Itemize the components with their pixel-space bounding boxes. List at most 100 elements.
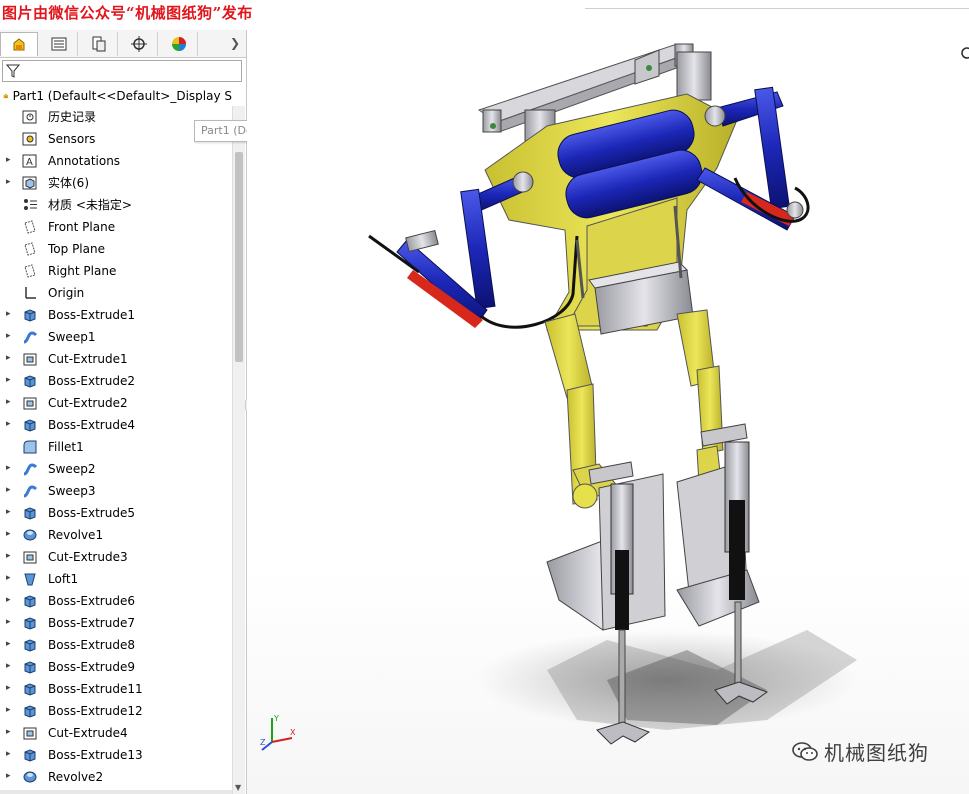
tree-vertical-scrollbar[interactable]: ▼ <box>232 106 245 794</box>
tree-item[interactable]: ▸ A Annotations <box>0 150 232 172</box>
expand-arrow-icon[interactable]: ▸ <box>6 727 14 737</box>
tree-root-part[interactable]: Part1 (Default<<Default>_Display S <box>0 85 232 107</box>
tree-item[interactable]: ▸ Sweep1 <box>0 326 232 348</box>
expand-arrow-icon[interactable]: ▸ <box>6 177 14 187</box>
tree-item[interactable]: ▸ Boss-Extrude11 <box>0 678 232 700</box>
scroll-down-arrow-icon[interactable]: ▼ <box>235 783 241 792</box>
tree-item-label: Loft1 <box>48 572 79 586</box>
boss-extrude-icon <box>22 373 40 389</box>
tree-item-label: Boss-Extrude5 <box>48 506 135 520</box>
tree-item-label: Cut-Extrude3 <box>48 550 128 564</box>
loft-icon <box>22 571 40 587</box>
tree-item[interactable]: ▸ Boss-Extrude8 <box>0 634 232 656</box>
plane-icon <box>22 263 40 279</box>
tree-item[interactable]: Right Plane <box>0 260 232 282</box>
tree-item[interactable]: ▸ Boss-Extrude7 <box>0 612 232 634</box>
expand-arrow-icon[interactable]: ▸ <box>6 485 14 495</box>
tree-item[interactable]: ▸ Sweep3 <box>0 480 232 502</box>
chevron-right-icon[interactable]: ❯ <box>230 36 240 50</box>
tree-item[interactable]: ▸ Boss-Extrude6 <box>0 590 232 612</box>
tab-dimxpert-manager[interactable] <box>120 32 158 56</box>
tree-item[interactable]: Top Plane <box>0 238 232 260</box>
tree-item[interactable]: ▸ Sweep2 <box>0 458 232 480</box>
expand-arrow-icon[interactable]: ▸ <box>6 639 14 649</box>
expand-arrow-icon[interactable]: ▸ <box>6 661 14 671</box>
tree-item[interactable]: Origin <box>0 282 232 304</box>
graphics-area[interactable]: ▾ ▾ ▾ Y X Z <box>247 30 969 794</box>
svg-text:A: A <box>26 157 33 168</box>
expand-arrow-icon[interactable]: ▸ <box>6 375 14 385</box>
tree-item[interactable]: ▸ Loft1 <box>0 568 232 590</box>
history-icon <box>22 109 40 125</box>
tree-item-label: Boss-Extrude11 <box>48 682 143 696</box>
tree-item[interactable]: ▸ Boss-Extrude13 <box>0 744 232 766</box>
plane-icon <box>22 241 40 257</box>
boss-extrude-icon <box>22 505 40 521</box>
tree-item-label: Sensors <box>48 132 96 146</box>
expand-arrow-icon[interactable]: ▸ <box>6 683 14 693</box>
boss-extrude-icon <box>22 703 40 719</box>
tree-item[interactable]: Front Plane <box>0 216 232 238</box>
tree-item-label: Boss-Extrude4 <box>48 418 135 432</box>
part-icon <box>3 93 8 99</box>
expand-arrow-icon[interactable]: ▸ <box>6 309 14 319</box>
scrollbar-thumb[interactable] <box>235 152 243 362</box>
coordinate-triad: Y X Z <box>258 712 298 755</box>
tree-filter-input[interactable] <box>2 60 242 82</box>
tab-display-manager[interactable] <box>160 32 198 56</box>
expand-arrow-icon[interactable]: ▸ <box>6 463 14 473</box>
tree-horizontal-scrollbar[interactable] <box>0 790 232 794</box>
expand-arrow-icon[interactable]: ▸ <box>6 617 14 627</box>
tree-item[interactable]: ▸ Cut-Extrude4 <box>0 722 232 744</box>
expand-arrow-icon[interactable]: ▸ <box>6 397 14 407</box>
expand-arrow-icon[interactable]: ▸ <box>6 705 14 715</box>
expand-arrow-icon[interactable]: ▸ <box>6 529 14 539</box>
top-bar: 图片由微信公众号“机械图纸狗”发布 <box>0 0 969 30</box>
tree-item[interactable]: ▸ Cut-Extrude3 <box>0 546 232 568</box>
revolve-icon <box>22 769 40 785</box>
expand-arrow-icon[interactable]: ▸ <box>6 749 14 759</box>
tab-configuration-manager[interactable] <box>80 32 118 56</box>
boss-extrude-icon <box>22 307 40 323</box>
expand-arrow-icon[interactable]: ▸ <box>6 771 14 781</box>
expand-arrow-icon[interactable]: ▸ <box>6 595 14 605</box>
tab-property-manager[interactable] <box>40 32 78 56</box>
expand-arrow-icon[interactable]: ▸ <box>6 507 14 517</box>
tree-item[interactable]: ▸ Boss-Extrude9 <box>0 656 232 678</box>
tree-item-label: 历史记录 <box>48 110 97 124</box>
tree-item[interactable]: 材质 <未指定> <box>0 194 232 216</box>
expand-arrow-icon[interactable]: ▸ <box>6 551 14 561</box>
tab-feature-manager[interactable] <box>0 32 38 56</box>
filter-icon <box>6 64 20 78</box>
tree-item[interactable]: Fillet1 <box>0 436 232 458</box>
tree-item[interactable]: ▸ Boss-Extrude12 <box>0 700 232 722</box>
watermark-bottom: 机械图纸狗 <box>792 737 929 766</box>
zoom-to-fit-icon[interactable] <box>959 45 969 65</box>
tree-item[interactable]: ▸ Boss-Extrude1 <box>0 304 232 326</box>
expand-arrow-icon[interactable]: ▸ <box>6 419 14 429</box>
tree-item[interactable]: ▸ Boss-Extrude5 <box>0 502 232 524</box>
annotations-icon: A <box>22 153 40 169</box>
tree-item-label: Cut-Extrude4 <box>48 726 128 740</box>
expand-arrow-icon[interactable]: ▸ <box>6 155 14 165</box>
tree-item[interactable]: ▸ Boss-Extrude4 <box>0 414 232 436</box>
expand-arrow-icon[interactable]: ▸ <box>6 573 14 583</box>
boss-extrude-icon <box>22 659 40 675</box>
expand-arrow-icon[interactable]: ▸ <box>6 331 14 341</box>
watermark-text-top: 图片由微信公众号“机械图纸狗”发布 <box>2 4 253 22</box>
exoskeleton-model-render <box>368 43 857 745</box>
expand-arrow-icon[interactable]: ▸ <box>6 353 14 363</box>
tree-item[interactable]: ▸ Revolve2 <box>0 766 232 788</box>
sweep-icon <box>22 329 40 345</box>
tree-item[interactable]: ▸ Cut-Extrude2 <box>0 392 232 414</box>
tree-item[interactable]: ▸ Cut-Extrude1 <box>0 348 232 370</box>
fillet-icon <box>22 439 40 455</box>
tree-item[interactable]: ▸ Revolve1 <box>0 524 232 546</box>
tree-item[interactable]: ▸ Boss-Extrude2 <box>0 370 232 392</box>
tree-item[interactable]: ▸ 实体(6) <box>0 172 232 194</box>
wechat-icon <box>792 741 818 761</box>
tree-item-label: Boss-Extrude1 <box>48 308 135 322</box>
tree-item-label: Boss-Extrude12 <box>48 704 143 718</box>
triad-y-label: Y <box>273 714 279 723</box>
cut-extrude-icon <box>22 725 40 741</box>
